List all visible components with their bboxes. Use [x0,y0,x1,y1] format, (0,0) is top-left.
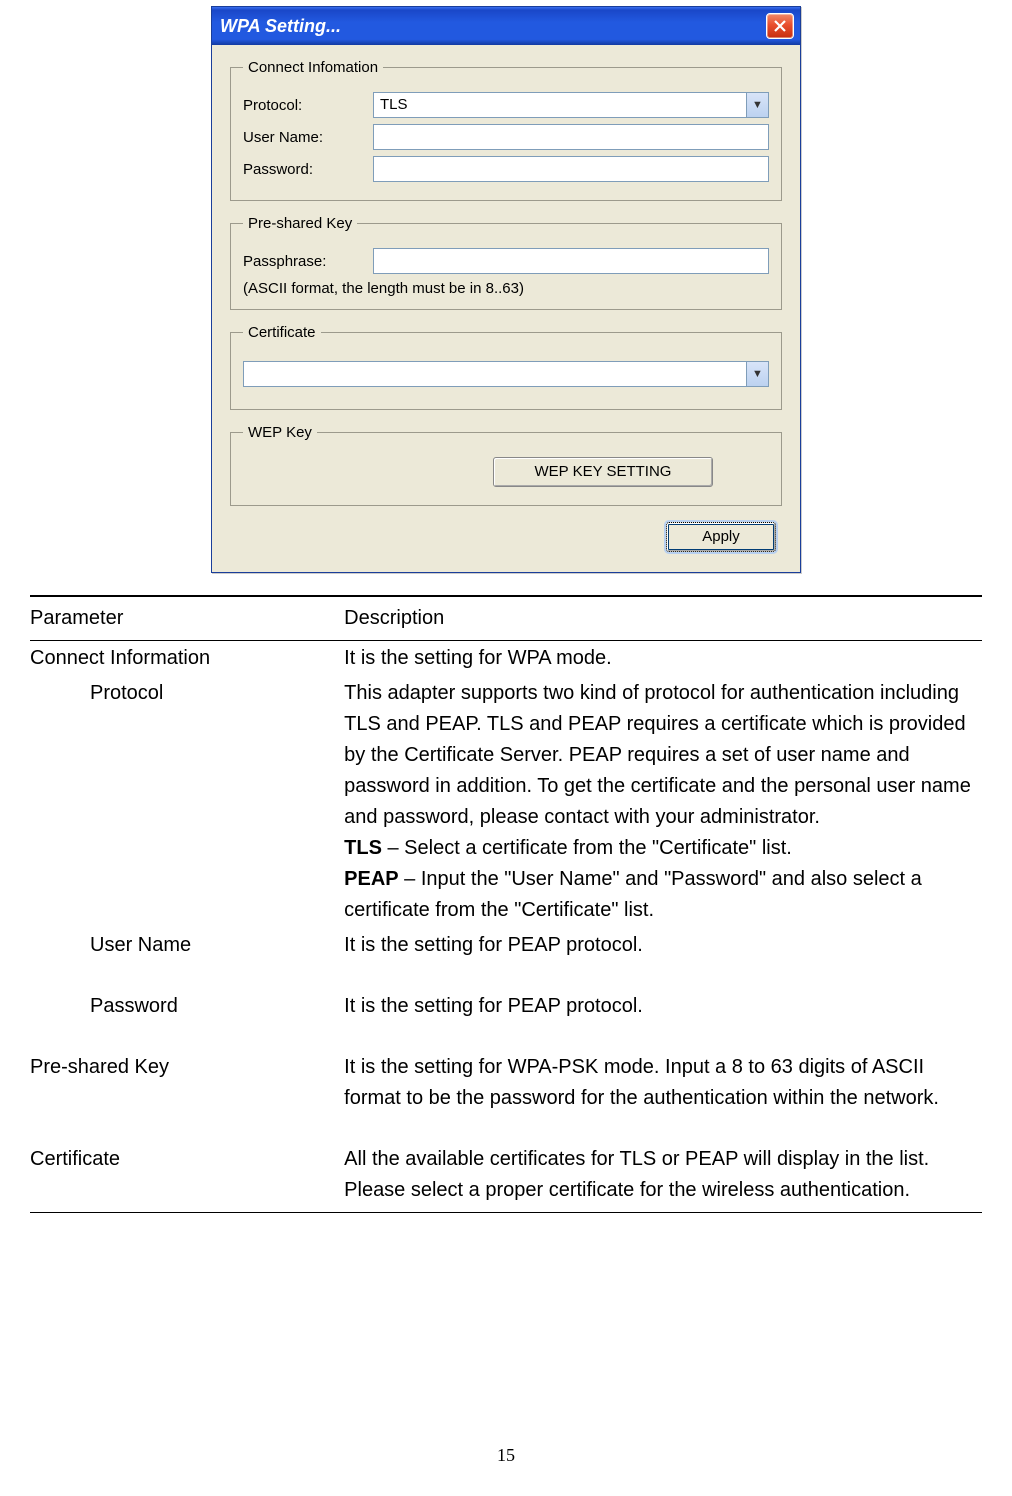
desc-cell: It is the setting for PEAP protocol. [344,930,982,961]
group-connect-info: Connect Infomation Protocol: TLS ▼ User … [230,59,782,201]
username-field[interactable] [373,124,769,150]
group-certificate: Certificate ▼ [230,324,782,410]
table-row: Connect Information It is the setting fo… [30,641,982,676]
certificate-combobox[interactable]: ▼ [243,361,769,387]
param-cell: Password [30,991,344,1022]
passphrase-label: Passphrase: [243,253,373,270]
wep-key-setting-button[interactable]: WEP KEY SETTING [493,457,713,487]
param-cell: Certificate [30,1144,344,1206]
table-row: Pre-shared Key It is the setting for WPA… [30,1050,982,1116]
username-label: User Name: [243,129,373,146]
protocol-value: TLS [374,93,746,117]
param-cell: User Name [30,930,344,961]
header-description: Description [344,603,982,634]
certificate-value [244,362,746,386]
desc-cell: This adapter supports two kind of protoc… [344,678,982,926]
chevron-down-icon[interactable]: ▼ [746,362,768,386]
page-number: 15 [0,1445,1012,1466]
titlebar[interactable]: WPA Setting... [212,7,800,45]
param-cell: Pre-shared Key [30,1052,344,1114]
desc-cell: It is the setting for WPA-PSK mode. Inpu… [344,1052,982,1114]
window-title: WPA Setting... [220,16,341,37]
legend-certificate: Certificate [243,324,321,341]
passphrase-hint: (ASCII format, the length must be in 8..… [243,280,769,297]
table-row: User Name It is the setting for PEAP pro… [30,928,982,963]
table-row: Certificate All the available certificat… [30,1142,982,1208]
legend-psk: Pre-shared Key [243,215,357,232]
chevron-down-icon[interactable]: ▼ [746,93,768,117]
close-icon[interactable] [766,13,794,39]
table-header: Parameter Description [30,597,982,641]
table-row: Protocol This adapter supports two kind … [30,676,982,928]
password-label: Password: [243,161,373,178]
group-wep: WEP Key WEP KEY SETTING [230,424,782,506]
wpa-setting-dialog: WPA Setting... Connect Infomation Protoc… [211,6,801,573]
table-row: Password It is the setting for PEAP prot… [30,989,982,1024]
group-psk: Pre-shared Key Passphrase: (ASCII format… [230,215,782,310]
password-field[interactable] [373,156,769,182]
desc-cell: All the available certificates for TLS o… [344,1144,982,1206]
legend-connect-info: Connect Infomation [243,59,383,76]
passphrase-field[interactable] [373,248,769,274]
param-cell: Protocol [30,678,344,926]
param-cell: Connect Information [30,643,344,674]
protocol-label: Protocol: [243,97,373,114]
apply-button[interactable]: Apply [666,522,776,552]
header-parameter: Parameter [30,603,344,634]
desc-cell: It is the setting for PEAP protocol. [344,991,982,1022]
legend-wep: WEP Key [243,424,317,441]
parameter-table: Parameter Description Connect Informatio… [30,595,982,1213]
protocol-combobox[interactable]: TLS ▼ [373,92,769,118]
desc-cell: It is the setting for WPA mode. [344,643,982,674]
